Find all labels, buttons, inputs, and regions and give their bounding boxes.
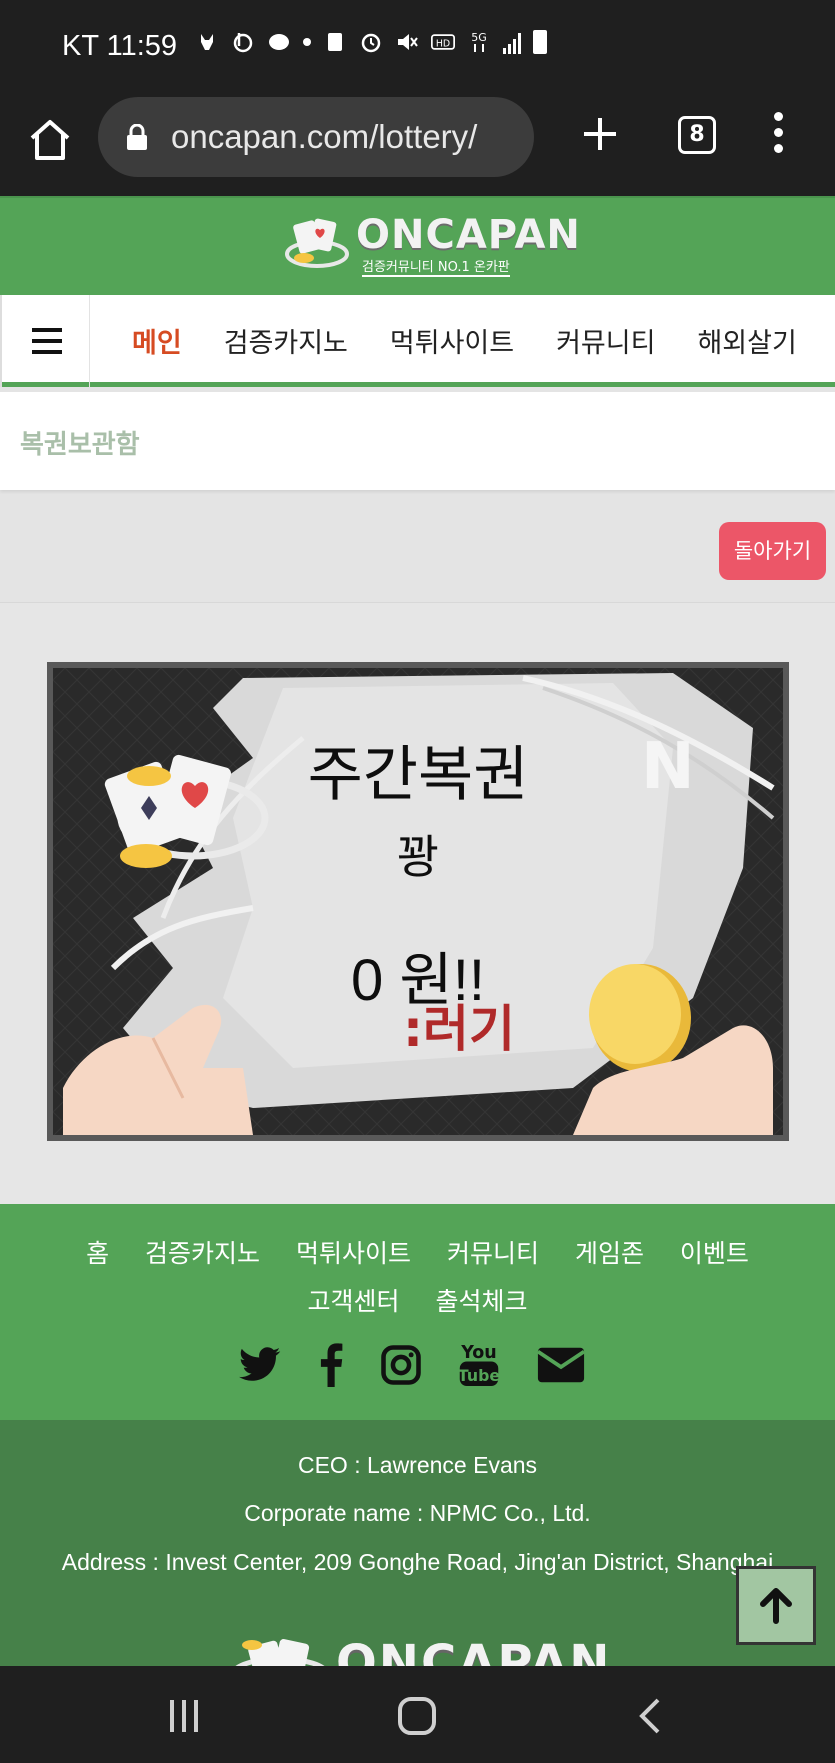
lock-icon (127, 124, 147, 150)
status-time: KT 11:59 (62, 30, 178, 62)
recycle-icon (328, 33, 342, 51)
footer-logo: ONCAPAN (230, 1635, 610, 1666)
nav-items: 메인 검증카지노 먹튀사이트 커뮤니티 해외살기 (132, 321, 835, 360)
footer-corporate-name: Corporate name : NPMC Co., Ltd. (244, 1500, 591, 1526)
footer-logo-cards-icon (235, 1639, 325, 1666)
fox-icon (201, 34, 213, 50)
twitter-icon[interactable] (238, 1346, 282, 1384)
youtube-icon[interactable]: You Tube (458, 1340, 500, 1390)
hd-icon: HD (431, 34, 455, 50)
page-title: 복권보관함 (20, 430, 140, 460)
b-icon (233, 33, 253, 53)
signal-icon (503, 30, 521, 54)
new-tab-icon[interactable] (578, 112, 622, 156)
page-title-bar: 복권보관함 (0, 392, 835, 490)
main-nav: 메인 검증카지노 먹튀사이트 커뮤니티 해외살기 (0, 295, 835, 387)
alarm-icon (361, 33, 381, 53)
footer-link-home[interactable]: 홈 (86, 1239, 109, 1268)
svg-text:5G: 5G (471, 31, 487, 44)
logo-tagline: 검증커뮤니티 NO.1 온카판 (362, 256, 510, 277)
back-button[interactable]: 돌아가기 (719, 522, 826, 580)
nav-item-main[interactable]: 메인 (132, 321, 182, 360)
logo-cards-icon (285, 218, 349, 268)
svg-text:You: You (460, 1343, 497, 1363)
social-links: You Tube (238, 1340, 586, 1390)
mute-icon (398, 34, 418, 50)
cloud-icon (269, 34, 289, 50)
battery-icon (533, 30, 547, 54)
lottery-title: 주간복권 (307, 740, 529, 810)
footer-link-verified-casino[interactable]: 검증카지노 (145, 1239, 260, 1268)
dot-icon (303, 38, 311, 46)
hamburger-menu-icon[interactable] (0, 295, 90, 387)
site-logo[interactable]: ONCAPAN 검증커뮤니티 NO.1 온카판 (284, 212, 580, 277)
svg-text:Tube: Tube (458, 1366, 500, 1385)
scratch-card[interactable]: N :러기 주간복권 꽝 0 원!! (47, 662, 789, 1141)
system-nav-bar (0, 1666, 835, 1763)
browser-toolbar: oncapan.com/lottery/ 8 (0, 90, 835, 196)
nav-item-community[interactable]: 커뮤니티 (556, 321, 655, 360)
nav-item-verified-casino[interactable]: 검증카지노 (224, 321, 348, 360)
status-icons: HD 5G (195, 30, 547, 54)
footer-link-game-zone[interactable]: 게임존 (575, 1239, 644, 1268)
email-icon[interactable] (536, 1345, 586, 1385)
site-header: ONCAPAN 검증커뮤니티 NO.1 온카판 (0, 196, 835, 295)
footer-ceo: CEO : Lawrence Evans (297, 1452, 538, 1478)
home-nav-icon[interactable] (397, 1696, 437, 1736)
footer-address: Address : Invest Center, 209 Gonghe Road… (61, 1549, 774, 1575)
svg-text:HD: HD (436, 38, 450, 49)
more-menu-icon[interactable] (770, 112, 786, 158)
instagram-icon[interactable] (380, 1344, 422, 1386)
url-text: oncapan.com/lottery/ (171, 118, 478, 155)
lottery-amount: 0 원!! (351, 948, 485, 1013)
footer-link-community[interactable]: 커뮤니티 (447, 1239, 539, 1268)
footer-link-list: 홈 검증카지노 먹튀사이트 커뮤니티 게임존 이벤트 고객센터 출석체크 (0, 1230, 835, 1326)
nav-item-overseas[interactable]: 해외살기 (697, 321, 796, 360)
recent-apps-icon[interactable] (164, 1696, 204, 1736)
5g-icon: 5G (471, 31, 487, 52)
scroll-top-button[interactable] (736, 1566, 816, 1645)
nav-item-scam-sites[interactable]: 먹튀사이트 (390, 321, 514, 360)
footer-link-events[interactable]: 이벤트 (680, 1239, 749, 1268)
status-bar: KT 11:59 HD 5G (0, 0, 835, 90)
footer-link-support[interactable]: 고객센터 (308, 1287, 400, 1316)
arrow-up-icon (760, 1588, 792, 1624)
back-nav-icon[interactable] (630, 1696, 670, 1736)
footer-logo-text: ONCAPAN (336, 1635, 610, 1666)
facebook-icon[interactable] (318, 1343, 344, 1387)
footer-link-scam-sites[interactable]: 먹튀사이트 (296, 1239, 411, 1268)
address-bar[interactable]: oncapan.com/lottery/ (98, 97, 534, 177)
tab-switcher-button[interactable]: 8 (678, 116, 716, 154)
logo-text: ONCAPAN (356, 212, 581, 258)
home-icon[interactable] (24, 114, 76, 166)
footer-link-attendance[interactable]: 출석체크 (435, 1287, 527, 1316)
footer-company-info: CEO : Lawrence Evans Corporate name : NP… (0, 1420, 835, 1666)
footer-links: 홈 검증카지노 먹튀사이트 커뮤니티 게임존 이벤트 고객센터 출석체크 You… (0, 1204, 835, 1420)
lottery-result: 꽝 (396, 830, 440, 884)
